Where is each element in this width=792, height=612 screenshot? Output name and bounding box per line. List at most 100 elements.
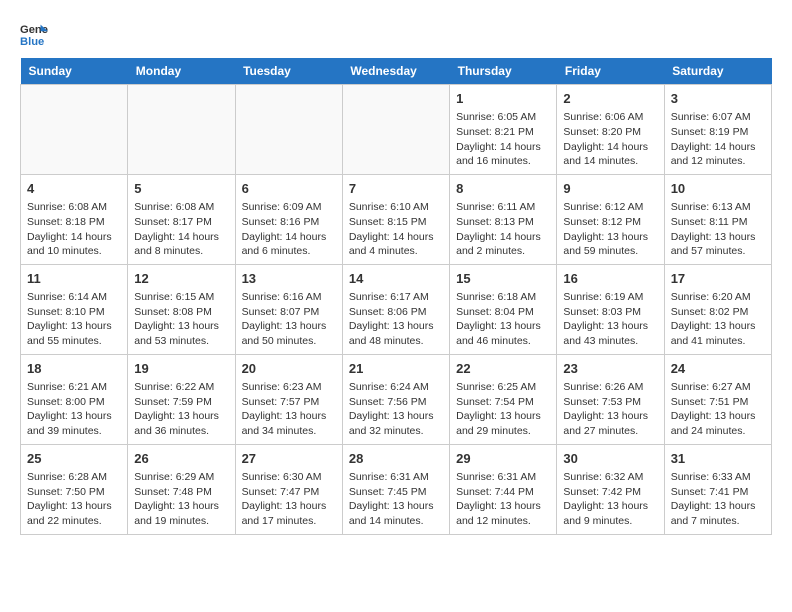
calendar-cell: 13 Sunrise: 6:16 AM Sunset: 8:07 PM Dayli… — [235, 264, 342, 354]
day-info: Sunrise: 6:24 AM Sunset: 7:56 PM Dayligh… — [349, 380, 443, 439]
day-number: 18 — [27, 360, 121, 378]
day-info: Sunrise: 6:06 AM Sunset: 8:20 PM Dayligh… — [563, 110, 657, 169]
day-info: Sunrise: 6:15 AM Sunset: 8:08 PM Dayligh… — [134, 290, 228, 349]
day-number: 14 — [349, 270, 443, 288]
day-info: Sunrise: 6:08 AM Sunset: 8:17 PM Dayligh… — [134, 200, 228, 259]
day-info: Sunrise: 6:25 AM Sunset: 7:54 PM Dayligh… — [456, 380, 550, 439]
calendar-cell: 28 Sunrise: 6:31 AM Sunset: 7:45 PM Dayli… — [342, 444, 449, 534]
day-info: Sunrise: 6:05 AM Sunset: 8:21 PM Dayligh… — [456, 110, 550, 169]
day-number: 17 — [671, 270, 765, 288]
day-number: 30 — [563, 450, 657, 468]
calendar-cell: 20 Sunrise: 6:23 AM Sunset: 7:57 PM Dayli… — [235, 354, 342, 444]
day-header-thursday: Thursday — [450, 58, 557, 85]
day-number: 4 — [27, 180, 121, 198]
calendar-cell: 3 Sunrise: 6:07 AM Sunset: 8:19 PM Daylig… — [664, 85, 771, 175]
day-header-saturday: Saturday — [664, 58, 771, 85]
calendar-cell: 17 Sunrise: 6:20 AM Sunset: 8:02 PM Dayli… — [664, 264, 771, 354]
day-number: 1 — [456, 90, 550, 108]
calendar-cell: 21 Sunrise: 6:24 AM Sunset: 7:56 PM Dayli… — [342, 354, 449, 444]
calendar-cell: 19 Sunrise: 6:22 AM Sunset: 7:59 PM Dayli… — [128, 354, 235, 444]
day-info: Sunrise: 6:07 AM Sunset: 8:19 PM Dayligh… — [671, 110, 765, 169]
day-info: Sunrise: 6:22 AM Sunset: 7:59 PM Dayligh… — [134, 380, 228, 439]
calendar-cell: 23 Sunrise: 6:26 AM Sunset: 7:53 PM Dayli… — [557, 354, 664, 444]
day-info: Sunrise: 6:16 AM Sunset: 8:07 PM Dayligh… — [242, 290, 336, 349]
day-info: Sunrise: 6:28 AM Sunset: 7:50 PM Dayligh… — [27, 470, 121, 529]
day-number: 28 — [349, 450, 443, 468]
day-info: Sunrise: 6:31 AM Sunset: 7:44 PM Dayligh… — [456, 470, 550, 529]
calendar-cell: 4 Sunrise: 6:08 AM Sunset: 8:18 PM Daylig… — [21, 174, 128, 264]
day-number: 6 — [242, 180, 336, 198]
day-number: 11 — [27, 270, 121, 288]
day-number: 16 — [563, 270, 657, 288]
day-number: 2 — [563, 90, 657, 108]
day-info: Sunrise: 6:13 AM Sunset: 8:11 PM Dayligh… — [671, 200, 765, 259]
week-row-5: 25 Sunrise: 6:28 AM Sunset: 7:50 PM Dayli… — [21, 444, 772, 534]
day-info: Sunrise: 6:10 AM Sunset: 8:15 PM Dayligh… — [349, 200, 443, 259]
day-info: Sunrise: 6:27 AM Sunset: 7:51 PM Dayligh… — [671, 380, 765, 439]
week-row-4: 18Sunrise: 6:21 AM Sunset: 8:00 PM Dayli… — [21, 354, 772, 444]
calendar-cell: 14Sunrise: 6:17 AM Sunset: 8:06 PM Dayli… — [342, 264, 449, 354]
day-number: 10 — [671, 180, 765, 198]
calendar-header-row: SundayMondayTuesdayWednesdayThursdayFrid… — [21, 58, 772, 85]
day-info: Sunrise: 6:08 AM Sunset: 8:18 PM Dayligh… — [27, 200, 121, 259]
day-number: 15 — [456, 270, 550, 288]
calendar-cell — [21, 85, 128, 175]
day-number: 20 — [242, 360, 336, 378]
header: General Blue — [20, 20, 772, 48]
week-row-2: 4 Sunrise: 6:08 AM Sunset: 8:18 PM Daylig… — [21, 174, 772, 264]
day-info: Sunrise: 6:20 AM Sunset: 8:02 PM Dayligh… — [671, 290, 765, 349]
day-info: Sunrise: 6:30 AM Sunset: 7:47 PM Dayligh… — [242, 470, 336, 529]
logo-icon: General Blue — [20, 20, 48, 48]
calendar-cell: 8Sunrise: 6:11 AM Sunset: 8:13 PM Daylig… — [450, 174, 557, 264]
day-number: 5 — [134, 180, 228, 198]
day-number: 12 — [134, 270, 228, 288]
day-info: Sunrise: 6:31 AM Sunset: 7:45 PM Dayligh… — [349, 470, 443, 529]
calendar-cell: 16 Sunrise: 6:19 AM Sunset: 8:03 PM Dayli… — [557, 264, 664, 354]
calendar-cell: 27 Sunrise: 6:30 AM Sunset: 7:47 PM Dayli… — [235, 444, 342, 534]
calendar-cell: 9 Sunrise: 6:12 AM Sunset: 8:12 PM Daylig… — [557, 174, 664, 264]
calendar-cell: 1 Sunrise: 6:05 AM Sunset: 8:21 PM Daylig… — [450, 85, 557, 175]
day-header-friday: Friday — [557, 58, 664, 85]
calendar-cell: 10 Sunrise: 6:13 AM Sunset: 8:11 PM Dayli… — [664, 174, 771, 264]
day-header-wednesday: Wednesday — [342, 58, 449, 85]
day-number: 19 — [134, 360, 228, 378]
calendar-cell: 11 Sunrise: 6:14 AM Sunset: 8:10 PM Dayli… — [21, 264, 128, 354]
calendar-cell: 2 Sunrise: 6:06 AM Sunset: 8:20 PM Daylig… — [557, 85, 664, 175]
calendar-cell: 22Sunrise: 6:25 AM Sunset: 7:54 PM Dayli… — [450, 354, 557, 444]
day-number: 9 — [563, 180, 657, 198]
calendar-table: SundayMondayTuesdayWednesdayThursdayFrid… — [20, 58, 772, 535]
calendar-cell: 24 Sunrise: 6:27 AM Sunset: 7:51 PM Dayli… — [664, 354, 771, 444]
calendar-cell: 29 Sunrise: 6:31 AM Sunset: 7:44 PM Dayli… — [450, 444, 557, 534]
day-info: Sunrise: 6:11 AM Sunset: 8:13 PM Dayligh… — [456, 200, 550, 259]
day-number: 27 — [242, 450, 336, 468]
calendar-cell: 18Sunrise: 6:21 AM Sunset: 8:00 PM Dayli… — [21, 354, 128, 444]
day-number: 24 — [671, 360, 765, 378]
calendar-cell: 26Sunrise: 6:29 AM Sunset: 7:48 PM Dayli… — [128, 444, 235, 534]
svg-text:Blue: Blue — [20, 36, 44, 48]
day-number: 23 — [563, 360, 657, 378]
day-info: Sunrise: 6:18 AM Sunset: 8:04 PM Dayligh… — [456, 290, 550, 349]
day-info: Sunrise: 6:12 AM Sunset: 8:12 PM Dayligh… — [563, 200, 657, 259]
calendar-cell — [342, 85, 449, 175]
calendar-cell — [235, 85, 342, 175]
day-info: Sunrise: 6:26 AM Sunset: 7:53 PM Dayligh… — [563, 380, 657, 439]
calendar-cell: 5 Sunrise: 6:08 AM Sunset: 8:17 PM Daylig… — [128, 174, 235, 264]
day-info: Sunrise: 6:14 AM Sunset: 8:10 PM Dayligh… — [27, 290, 121, 349]
logo: General Blue — [20, 20, 48, 48]
calendar-cell: 31Sunrise: 6:33 AM Sunset: 7:41 PM Dayli… — [664, 444, 771, 534]
day-info: Sunrise: 6:09 AM Sunset: 8:16 PM Dayligh… — [242, 200, 336, 259]
day-info: Sunrise: 6:29 AM Sunset: 7:48 PM Dayligh… — [134, 470, 228, 529]
day-number: 3 — [671, 90, 765, 108]
day-info: Sunrise: 6:19 AM Sunset: 8:03 PM Dayligh… — [563, 290, 657, 349]
day-number: 7 — [349, 180, 443, 198]
day-header-tuesday: Tuesday — [235, 58, 342, 85]
day-info: Sunrise: 6:23 AM Sunset: 7:57 PM Dayligh… — [242, 380, 336, 439]
day-number: 29 — [456, 450, 550, 468]
day-number: 25 — [27, 450, 121, 468]
day-number: 13 — [242, 270, 336, 288]
calendar-cell: 30 Sunrise: 6:32 AM Sunset: 7:42 PM Dayli… — [557, 444, 664, 534]
day-number: 21 — [349, 360, 443, 378]
week-row-1: 1 Sunrise: 6:05 AM Sunset: 8:21 PM Daylig… — [21, 85, 772, 175]
day-info: Sunrise: 6:33 AM Sunset: 7:41 PM Dayligh… — [671, 470, 765, 529]
day-info: Sunrise: 6:32 AM Sunset: 7:42 PM Dayligh… — [563, 470, 657, 529]
